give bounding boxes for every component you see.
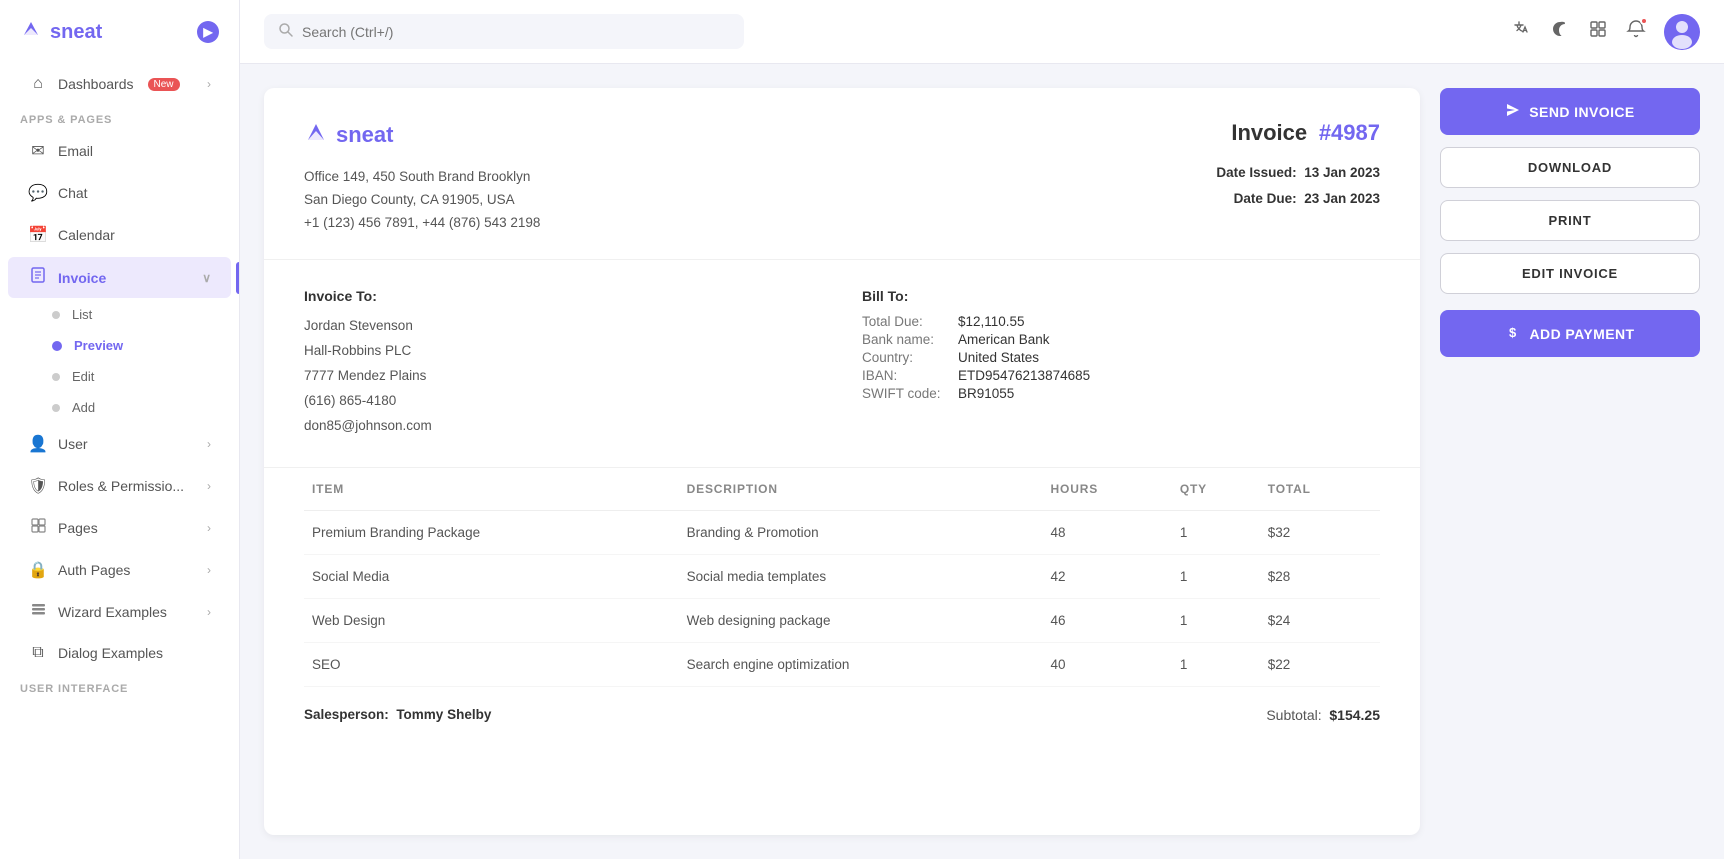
sidebar-item-pages[interactable]: Pages › [8,508,231,548]
table-row: Social Media Social media templates 42 1… [304,554,1380,598]
invoice-title-block: Invoice #4987 Date Issued: 13 Jan 2023 D… [1216,120,1380,211]
bullet-active-icon [52,341,62,351]
search-input[interactable] [302,24,730,40]
notification-icon[interactable] [1626,19,1646,44]
col-header-description: DESCRIPTION [679,468,1043,511]
calendar-icon: 📅 [28,225,48,245]
sidebar-item-wizard[interactable]: Wizard Examples › [8,592,231,632]
brand-icon [20,18,42,46]
col-header-qty: QTY [1172,468,1260,511]
chevron-right-icon: › [207,437,211,451]
invoice-footer: Salesperson: Tommy Shelby Subtotal: $154… [264,687,1420,743]
bill-bank: Bank name: American Bank [862,332,1380,347]
chevron-down-icon: ∨ [202,271,211,285]
invoice-address: Office 149, 450 South Brand Brooklyn San… [304,166,540,235]
theme-icon[interactable] [1550,19,1570,44]
search-icon [278,22,294,41]
sidebar: sneat ▶ ⌂ Dashboards New › APPS & PAGES … [0,0,240,859]
sidebar-sub-item-edit[interactable]: Edit [8,362,231,391]
sidebar-sub-item-add[interactable]: Add [8,393,231,422]
chevron-right-icon: › [207,77,211,91]
brand-name: sneat [50,21,102,44]
topbar-actions [1512,14,1700,50]
sidebar-sub-item-list[interactable]: List [8,300,231,329]
invoice-brand-icon [304,120,328,150]
invoice-header: sneat Office 149, 450 South Brand Brookl… [264,88,1420,260]
send-icon [1505,102,1521,121]
chevron-right-icon: › [207,521,211,535]
sidebar-item-calendar[interactable]: 📅 Calendar [8,215,231,255]
subtotal: Subtotal: $154.25 [1266,707,1380,723]
invoice-card: sneat Office 149, 450 South Brand Brookl… [264,88,1420,835]
chevron-right-icon: › [207,563,211,577]
invoice-dates: Date Issued: 13 Jan 2023 Date Due: 23 Ja… [1216,160,1380,211]
chevron-right-icon: › [207,479,211,493]
table-row: Web Design Web designing package 46 1 $2… [304,598,1380,642]
bullet-icon [52,311,60,319]
sidebar-item-roles[interactable]: 🛡 Roles & Permissio... › [8,466,231,506]
col-header-total: TOTAL [1260,468,1380,511]
grid-icon[interactable] [1588,19,1608,44]
invoice-icon [28,267,48,288]
pages-icon [28,518,48,538]
col-header-hours: HOURS [1043,468,1172,511]
notification-badge [1640,17,1648,25]
table-row: Premium Branding Package Branding & Prom… [304,510,1380,554]
content-area: sneat Office 149, 450 South Brand Brookl… [240,64,1724,859]
user-icon: 👤 [28,434,48,454]
bullet-icon [52,373,60,381]
salesperson: Salesperson: Tommy Shelby [304,707,491,722]
sidebar-logo: sneat ▶ [0,0,239,64]
search-box[interactable] [264,14,744,49]
chat-icon: 💬 [28,183,48,203]
shield-icon: 🛡 [28,476,48,496]
main-content: sneat Office 149, 450 South Brand Brookl… [240,0,1724,859]
section-ui-label: USER INTERFACE [0,673,239,699]
home-icon: ⌂ [28,75,48,93]
edit-invoice-button[interactable]: EDIT INVOICE [1440,253,1700,294]
avatar[interactable] [1664,14,1700,50]
invoice-to-section: Invoice To: Jordan Stevenson Hall-Robbin… [264,260,1420,468]
bill-to: Bill To: Total Due: $12,110.55 Bank name… [862,288,1380,439]
bill-iban: IBAN: ETD95476213874685 [862,368,1380,383]
sidebar-item-auth[interactable]: 🔒 Auth Pages › [8,550,231,590]
download-button[interactable]: DOWNLOAD [1440,147,1700,188]
lock-icon: 🔒 [28,560,48,580]
bill-total-due: Total Due: $12,110.55 [862,314,1380,329]
svg-text:$: $ [1509,325,1517,340]
add-payment-button[interactable]: $ ADD PAYMENT [1440,310,1700,357]
invoice-table: ITEM DESCRIPTION HOURS QTY TOTAL Premium… [264,468,1420,687]
dialog-icon: ⧉ [28,644,48,662]
invoice-brand: sneat [304,120,540,150]
translate-icon[interactable] [1512,19,1532,44]
sidebar-item-user[interactable]: 👤 User › [8,424,231,464]
section-apps-label: APPS & PAGES [0,104,239,130]
table-row: SEO Search engine optimization 40 1 $22 [304,642,1380,686]
invoice-to-content: Jordan Stevenson Hall-Robbins PLC 7777 M… [304,314,822,439]
sidebar-item-invoice[interactable]: Invoice ∨ [8,257,231,298]
topbar [240,0,1724,64]
chevron-right-icon: › [207,605,211,619]
sidebar-item-dialog[interactable]: ⧉ Dialog Examples [8,634,231,672]
bullet-icon [52,404,60,412]
right-panel: SEND INVOICE DOWNLOAD PRINT EDIT INVOICE… [1440,88,1700,835]
sidebar-toggle[interactable]: ▶ [197,21,219,43]
send-invoice-button[interactable]: SEND INVOICE [1440,88,1700,135]
email-icon: ✉ [28,141,48,161]
print-button[interactable]: PRINT [1440,200,1700,241]
sidebar-item-chat[interactable]: 💬 Chat [8,173,231,213]
wizard-icon [28,602,48,622]
dollar-icon: $ [1506,324,1522,343]
sidebar-item-dashboards[interactable]: ⌂ Dashboards New › [8,65,231,103]
sidebar-item-email[interactable]: ✉ Email [8,131,231,171]
bill-country: Country: United States [862,350,1380,365]
sidebar-sub-item-preview[interactable]: Preview [8,331,231,360]
invoice-from: sneat Office 149, 450 South Brand Brookl… [304,120,540,235]
col-header-item: ITEM [304,468,679,511]
invoice-to: Invoice To: Jordan Stevenson Hall-Robbin… [304,288,822,439]
bill-swift: SWIFT code: BR91055 [862,386,1380,401]
